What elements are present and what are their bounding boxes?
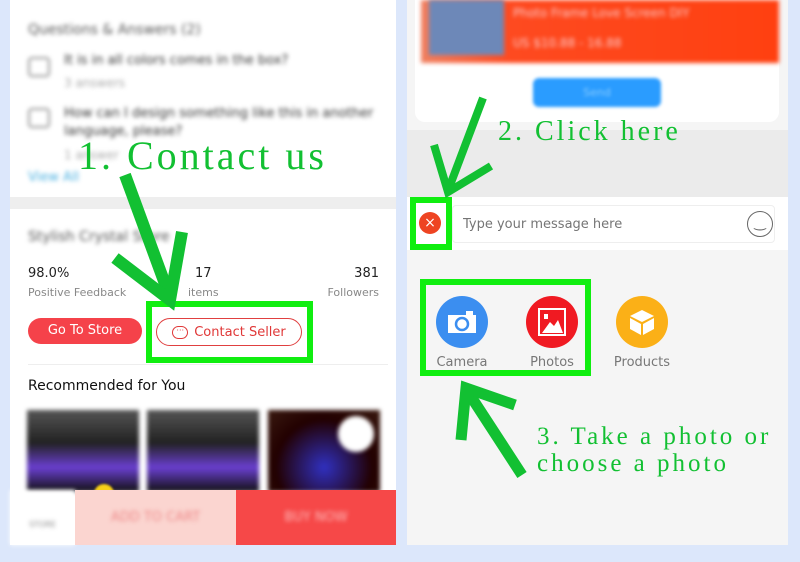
annotation-arrows — [111, 96, 527, 478]
arrow-icon — [430, 96, 494, 199]
arrow-icon — [111, 172, 188, 311]
arrow-icon — [455, 380, 527, 478]
